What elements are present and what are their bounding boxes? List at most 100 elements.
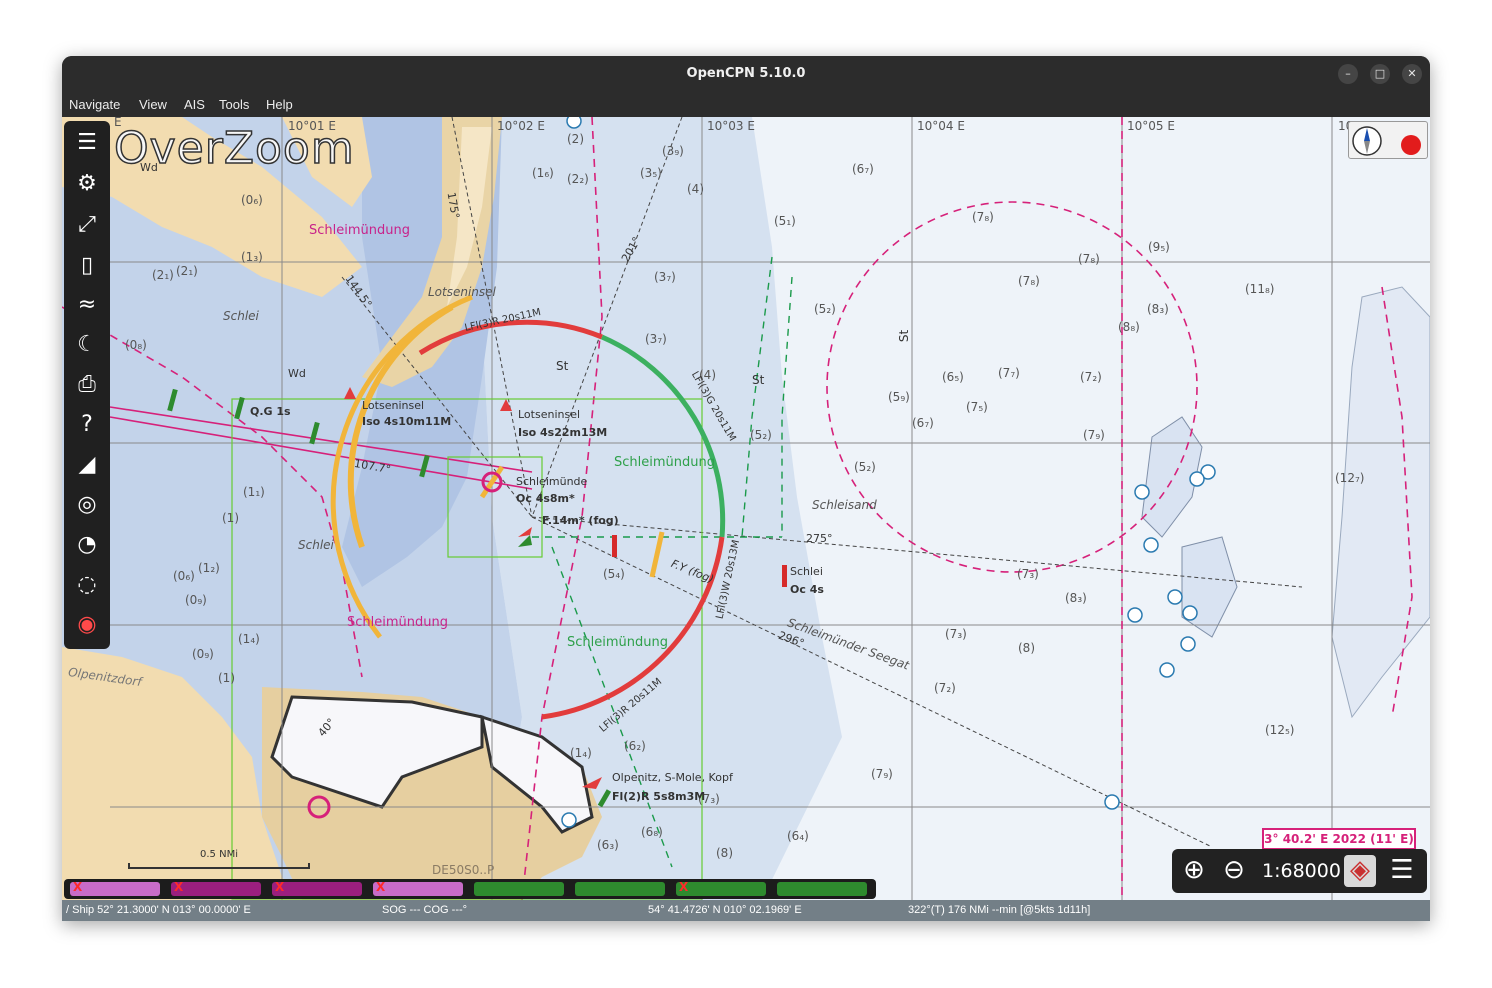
svg-text:(8₃): (8₃) [1147,302,1169,316]
svg-text:(5₂): (5₂) [854,460,876,474]
title-bar: OpenCPN 5.10.0 – □ ✕ [62,56,1430,92]
minimize-button[interactable]: – [1338,64,1358,84]
svg-text:(7₂): (7₂) [934,681,956,695]
menu-icon[interactable]: ☰ [71,127,103,159]
place-schleimundung-4: Schleimündung [567,635,668,650]
currents-icon[interactable]: ◌ [71,569,103,601]
zoom-out-icon[interactable]: ⊖ [1218,855,1250,887]
piano-key[interactable] [777,882,867,896]
menu-navigate[interactable]: Navigate [69,92,120,117]
mob-icon[interactable]: ◉ [71,609,103,641]
zoom-in-icon[interactable]: ⊕ [1178,855,1210,887]
menu-help[interactable]: Help [266,92,293,117]
svg-text:(8₃): (8₃) [1065,591,1087,605]
svg-text:(2₂): (2₂) [567,172,589,186]
svg-text:(7₃): (7₃) [945,627,967,641]
svg-text:(3₇): (3₇) [654,270,676,284]
svg-text:(5₂): (5₂) [814,302,836,316]
svg-text:(8₈): (8₈) [1118,320,1140,334]
route-icon[interactable]: ⤢ [71,209,103,241]
label-wd-2: Wd [288,367,306,380]
lon-tick-3: 10°03 E [707,119,755,133]
svg-text:(7₈): (7₈) [1018,274,1040,288]
svg-text:(6₅): (6₅) [942,370,964,384]
piano-key[interactable]: X [676,880,766,896]
piano-key[interactable]: X [272,880,362,896]
app-window: OpenCPN 5.10.0 – □ ✕ Navigate View AIS T… [62,56,1430,921]
svg-text:(12₇): (12₇) [1335,471,1364,485]
label-st-3: St [897,329,912,343]
place-schlei-buoy: Schlei [790,565,823,578]
tide-icon[interactable]: ◢ [71,449,103,481]
help-icon[interactable]: ? [71,409,103,441]
close-button[interactable]: ✕ [1402,64,1422,84]
svg-text:(1₁): (1₁) [243,485,265,499]
svg-text:(0₈): (0₈) [125,338,147,352]
bearing-275: 275° [806,532,833,545]
track-icon[interactable]: ≈ [71,289,103,321]
svg-text:(1₆): (1₆) [532,166,554,180]
menu-tools[interactable]: Tools [219,92,249,117]
place-schlei-2: Schlei [298,538,334,552]
label-st-1: St [556,359,569,373]
place-lotseninsel: Lotseninsel [428,285,496,299]
svg-text:(0₉): (0₉) [192,647,214,661]
status-sog-cog: SOG --- COG ---° [382,904,468,916]
svg-text:(7₈): (7₈) [1078,252,1100,266]
light-iso-4s10m: Iso 4s10m11M [362,415,452,428]
light-oc-4s8m: Oc 4s8m* [516,492,575,505]
svg-text:(2₁): (2₁) [176,264,198,278]
piano-key[interactable] [474,882,564,896]
magnetic-variation: 3° 40.2' E 2022 (11' E) [1262,828,1416,850]
svg-text:(7₃): (7₃) [1017,567,1039,581]
chart-code: DE50S0..P [432,863,495,877]
label-st-2: St [752,373,765,387]
waypoint-list-icon[interactable]: ▯ [71,250,103,282]
left-toolbar: ☰ ⚙ ⤢ ▯ ≈ ☾ ⎙ ? ◢ ◎ ◔ ◌ ◉ [64,121,110,649]
svg-text:(7₉): (7₉) [1083,428,1105,442]
lon-tick-5: 10°05 E [1127,119,1175,133]
svg-text:(7₇): (7₇) [998,366,1020,380]
light-lotseninsel-1: Lotseninsel [362,399,425,412]
lon-tick-2: 10°02 E [497,119,545,133]
svg-text:(1₄): (1₄) [570,746,592,760]
chart-quilt-icon[interactable]: ◈ [1344,855,1376,887]
maximize-button[interactable]: □ [1370,64,1390,84]
piano-key[interactable]: X [373,880,463,896]
ais-target-icon[interactable]: ◎ [71,489,103,521]
svg-text:(5₉): (5₉) [888,390,910,404]
hamburger-icon[interactable]: ☰ [1386,855,1418,887]
light-olpenitz: Olpenitz, S-Mole, Kopf [612,771,733,784]
svg-text:(0₆): (0₆) [173,569,195,583]
svg-text:(6₇): (6₇) [912,416,934,430]
dashboard-icon[interactable]: ◔ [71,529,103,561]
night-mode-icon[interactable]: ☾ [71,329,103,361]
svg-text:(5₁): (5₁) [774,214,796,228]
compass-widget[interactable] [1348,121,1428,159]
light-lotseninsel-2: Lotseninsel [518,408,581,421]
svg-text:(0₉): (0₉) [185,593,207,607]
light-iso-4s22m: Iso 4s22m13M [518,426,608,439]
svg-text:(1₃): (1₃) [241,250,263,264]
light-oc-4s: Oc 4s [790,583,824,596]
menu-bar: Navigate View AIS Tools Help [62,92,1430,117]
menu-view[interactable]: View [139,92,167,117]
chart-scale[interactable]: 1:68000 [1262,849,1341,893]
status-bearing: 322°(T) 176 NMi --min [@5kts 1d11h] [908,904,1091,916]
piano-key[interactable]: X [70,880,160,896]
svg-text:(5₄): (5₄) [603,567,625,581]
place-schlei-1: Schlei [223,309,259,323]
piano-key[interactable]: X [171,880,261,896]
menu-ais[interactable]: AIS [184,92,205,117]
nautical-chart: (2) (1₆) (2₂) (3₉) (3₅) (4) (6₇) (7₈) (5… [62,117,1430,900]
svg-text:(1): (1) [222,511,239,525]
chart-canvas[interactable]: (2) (1₆) (2₂) (3₉) (3₅) (4) (6₇) (7₈) (5… [62,117,1430,900]
print-icon[interactable]: ⎙ [71,369,103,401]
light-schleimunde: Schleimünde [516,475,588,488]
place-schleimundung-2: Schleimündung [614,455,715,470]
svg-text:(6₃): (6₃) [597,838,619,852]
overzoom-label: OverZoom [113,122,355,175]
piano-key[interactable] [575,882,665,896]
svg-text:(3₅): (3₅) [640,166,662,180]
settings-icon[interactable]: ⚙ [71,168,103,200]
